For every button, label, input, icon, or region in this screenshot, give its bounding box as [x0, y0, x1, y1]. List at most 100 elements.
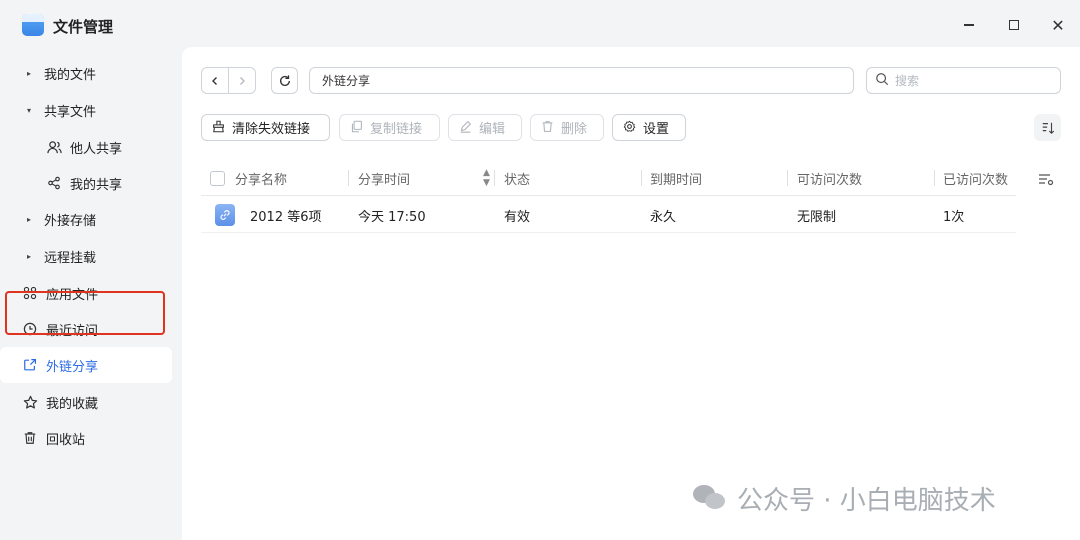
gear-icon	[623, 120, 636, 136]
sidebar-item-label: 最近访问	[46, 323, 99, 339]
sidebar-item-label: 回收站	[46, 432, 86, 448]
sidebar-item-label: 我的共享	[70, 177, 123, 193]
cell-expiry: 永久	[650, 209, 677, 225]
wechat-logo-icon	[693, 483, 727, 513]
sort-arrows-glyph: ▲ ▼	[483, 168, 490, 188]
sidebar-item-label: 我的文件	[44, 67, 97, 83]
title-bar: 文件管理 ✕	[0, 0, 1080, 50]
minimize-button[interactable]	[956, 12, 982, 38]
sidebar-item-label: 外接存储	[44, 213, 97, 229]
pencil-icon	[459, 120, 472, 136]
column-header-visited[interactable]: 已访问次数	[943, 160, 1008, 196]
caret-right-icon[interactable]: ▸	[20, 215, 38, 224]
window-title: 文件管理	[53, 18, 114, 36]
maximize-button[interactable]	[1001, 12, 1027, 38]
sidebar-item-external-share[interactable]: 外链分享	[0, 347, 172, 383]
clock-icon	[22, 321, 38, 337]
sidebar-item-favorites[interactable]: 我的收藏	[0, 384, 172, 420]
search-placeholder: 搜索	[895, 74, 920, 88]
share-icon	[46, 175, 62, 191]
sidebar-item-label: 他人共享	[70, 141, 123, 157]
sidebar-item-label: 共享文件	[44, 104, 97, 120]
sidebar-item-shared-by-others[interactable]: 他人共享	[0, 129, 172, 165]
sidebar-item-shared-files[interactable]: ▾ 共享文件	[0, 92, 172, 128]
delete-button[interactable]: 删除	[530, 114, 604, 141]
table-row[interactable]: 2012 等6项 今天 17:50 有效 永久 无限制 1次	[201, 197, 1016, 233]
chevron-right-icon	[240, 76, 245, 85]
forward-button[interactable]	[228, 68, 255, 93]
star-icon	[22, 394, 38, 410]
users-icon	[46, 139, 62, 155]
edit-button[interactable]: 编辑	[448, 114, 522, 141]
column-divider[interactable]	[787, 170, 788, 186]
broom-icon	[212, 120, 225, 136]
sidebar: ▸ 我的文件 ▾ 共享文件 他人共享 我的共享 ▸ 外接存储 ▸ 远程挂载 应用…	[0, 50, 180, 540]
column-header-status[interactable]: 状态	[504, 160, 530, 196]
copy-link-label: 复制链接	[370, 122, 423, 137]
column-header-time-label: 分享时间	[358, 172, 411, 188]
refresh-icon	[279, 74, 290, 86]
watermark-text: 公众号 · 小白电脑技术	[737, 485, 996, 516]
minimize-icon	[964, 24, 974, 26]
sidebar-item-my-shares[interactable]: 我的共享	[0, 165, 172, 201]
cell-share-time: 今天 17:50	[358, 209, 426, 225]
refresh-button[interactable]	[271, 67, 298, 94]
maximize-icon	[1009, 20, 1019, 30]
column-settings-button[interactable]	[1036, 169, 1056, 189]
sidebar-item-external-storage[interactable]: ▸ 外接存储	[0, 201, 172, 237]
cell-status: 有效	[504, 209, 531, 225]
sidebar-item-remote-mount[interactable]: ▸ 远程挂载	[0, 238, 172, 274]
caret-right-icon[interactable]: ▸	[20, 69, 38, 78]
column-divider[interactable]	[934, 170, 935, 186]
column-header-time[interactable]: 分享时间	[358, 160, 410, 196]
edit-label: 编辑	[479, 122, 506, 137]
close-icon: ✕	[1051, 15, 1065, 35]
column-divider[interactable]	[641, 170, 642, 186]
link-share-icon	[22, 357, 38, 373]
sidebar-item-trash[interactable]: 回收站	[0, 420, 172, 456]
chevron-left-icon	[212, 76, 217, 85]
link-file-icon	[215, 204, 235, 226]
column-settings-icon	[1039, 174, 1054, 186]
select-all-checkbox[interactable]	[210, 171, 225, 186]
caret-down-icon[interactable]: ▾	[20, 106, 38, 115]
cell-share-name: 2012 等6项	[250, 209, 322, 225]
trash-icon	[541, 120, 554, 136]
back-button[interactable]	[202, 68, 228, 93]
cell-visited-count: 1次	[943, 209, 965, 225]
table-header: 分享名称 分享时间 ▲ ▼ 状态 到期时间 可访问次数 已访问次数	[201, 160, 1016, 196]
sort-arrows-icon[interactable]: ▲ ▼	[477, 160, 490, 196]
sidebar-item-label: 我的收藏	[46, 396, 99, 412]
column-divider[interactable]	[494, 170, 495, 186]
column-header-expiry[interactable]: 到期时间	[650, 160, 702, 196]
clean-invalid-links-button[interactable]: 清除失效链接	[201, 114, 330, 141]
sidebar-item-app-files[interactable]: 应用文件	[0, 275, 172, 311]
close-button[interactable]: ✕	[1045, 12, 1071, 38]
sort-icon	[1042, 122, 1054, 134]
sidebar-item-label: 应用文件	[46, 287, 99, 303]
sidebar-item-my-files[interactable]: ▸ 我的文件	[0, 55, 172, 91]
main-panel: 外链分享 搜索 清除失效链接 复制链接 编辑 删除 设置 分享名称 分享时间 ▲…	[182, 47, 1080, 540]
sidebar-item-label: 远程挂载	[44, 250, 97, 266]
path-bar[interactable]: 外链分享	[309, 67, 854, 94]
sidebar-item-label: 外链分享	[46, 359, 99, 375]
delete-label: 删除	[561, 122, 588, 137]
settings-button[interactable]: 设置	[612, 114, 686, 141]
search-input[interactable]: 搜索	[866, 67, 1061, 94]
sidebar-item-recent[interactable]: 最近访问	[0, 311, 172, 347]
column-header-name[interactable]: 分享名称	[235, 160, 287, 196]
copy-link-button[interactable]: 复制链接	[339, 114, 440, 141]
trash-icon	[22, 430, 38, 446]
sort-button[interactable]	[1034, 114, 1061, 141]
clean-invalid-links-label: 清除失效链接	[232, 122, 311, 137]
file-manager-window: 文件管理 ✕ ▸ 我的文件 ▾ 共享文件 他人共享 我的共享 ▸ 外接存储 ▸ …	[0, 0, 1080, 540]
search-icon	[875, 72, 889, 90]
copy-icon	[350, 120, 363, 136]
cell-allowed-count: 无限制	[797, 209, 837, 225]
settings-label: 设置	[643, 122, 670, 137]
column-header-allowed[interactable]: 可访问次数	[797, 160, 862, 196]
caret-right-icon[interactable]: ▸	[20, 252, 38, 261]
column-divider[interactable]	[348, 170, 349, 186]
folder-app-icon	[22, 14, 44, 36]
history-nav	[201, 67, 256, 94]
